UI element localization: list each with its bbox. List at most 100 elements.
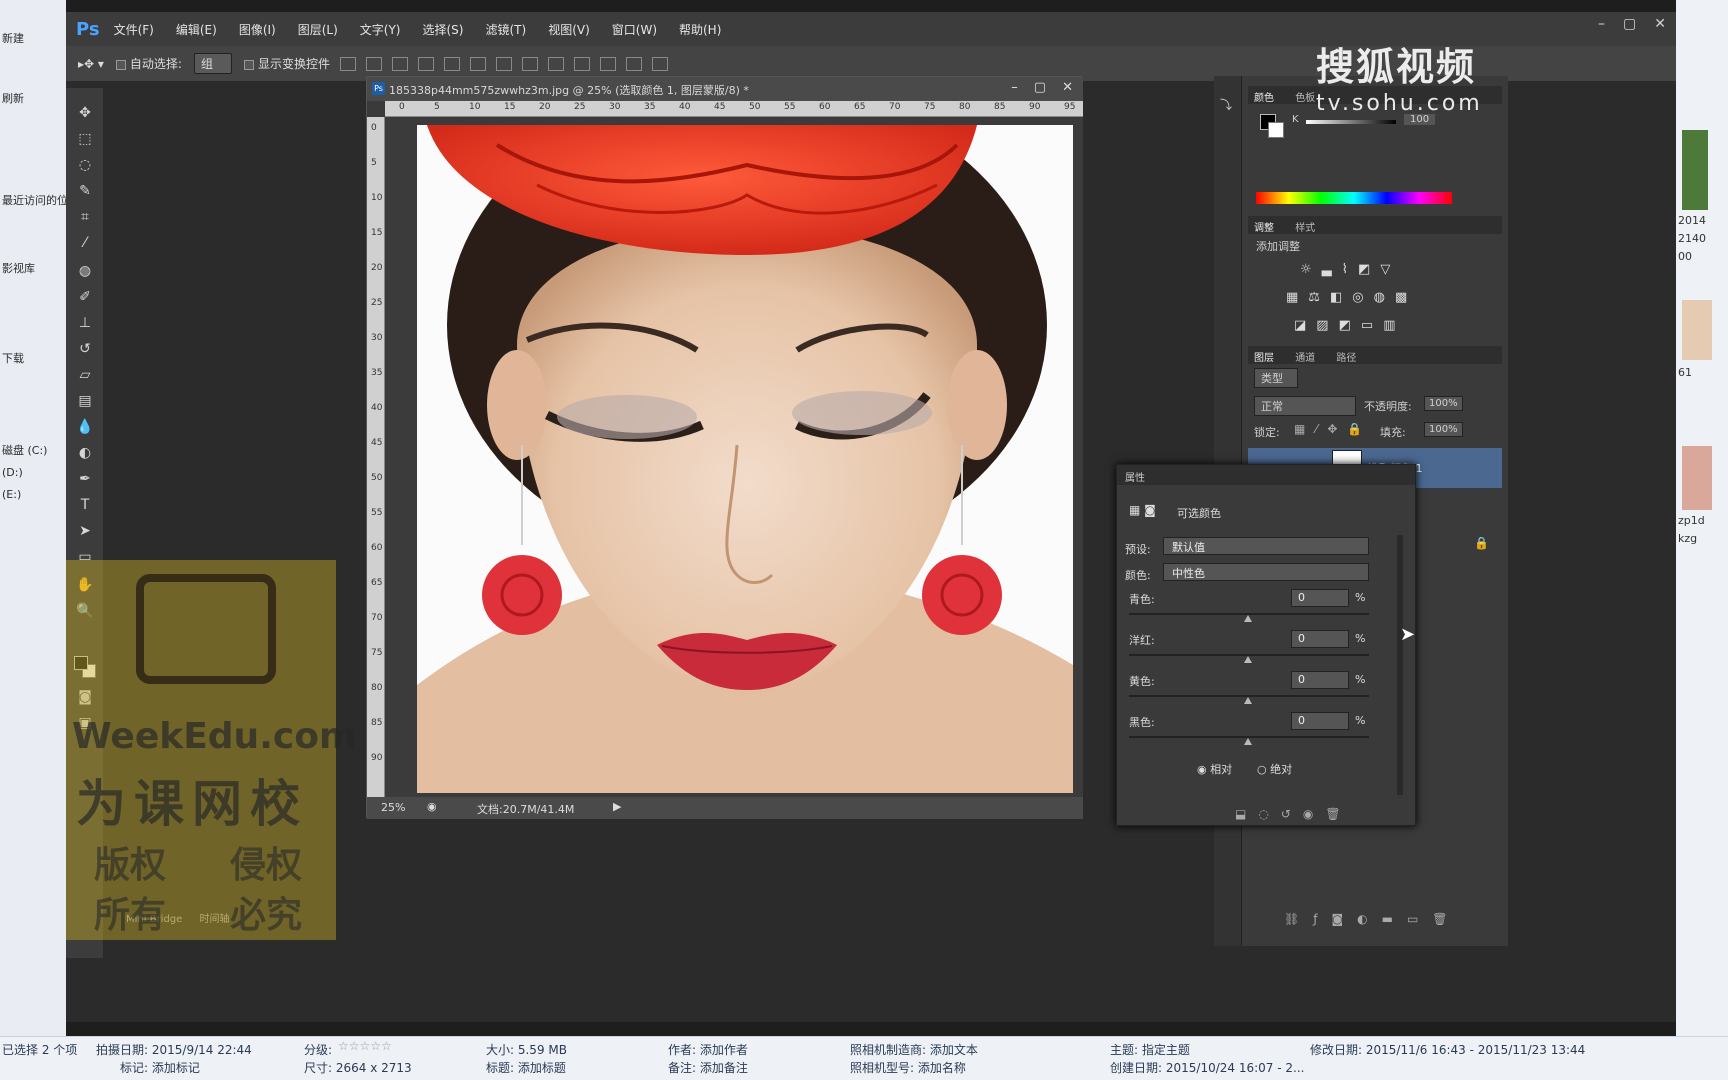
explorer-new-folder[interactable]: 新建 bbox=[2, 30, 24, 46]
distribute-bottom-icon[interactable] bbox=[548, 56, 564, 71]
nav-drive-c[interactable]: 磁盘 (C:) bbox=[2, 442, 47, 458]
explorer-refresh[interactable]: 刷新 bbox=[2, 90, 24, 106]
new-adjustment-icon[interactable]: ◐ bbox=[1357, 912, 1381, 926]
blend-mode-dropdown[interactable]: 正常 bbox=[1254, 396, 1356, 416]
method-relative-radio[interactable]: ◉ 相对 bbox=[1197, 761, 1232, 777]
method-absolute-radio[interactable]: ○ 绝对 bbox=[1257, 761, 1292, 777]
tab-adjustments[interactable]: 调整 bbox=[1254, 223, 1274, 234]
photo-filter-icon[interactable]: ◎ bbox=[1352, 290, 1373, 305]
show-transform-checkbox[interactable]: 显示变换控件 bbox=[243, 55, 330, 72]
delete-icon[interactable]: 🗑 bbox=[1325, 807, 1352, 821]
preset-dropdown[interactable]: 默认值 bbox=[1163, 537, 1369, 555]
link-layers-icon[interactable]: ⛓ bbox=[1284, 912, 1313, 926]
align-top-icon[interactable] bbox=[340, 56, 356, 71]
history-panel-icon[interactable]: ⤵ bbox=[1220, 96, 1232, 113]
comment-field[interactable]: 备注: 添加备注 bbox=[668, 1059, 748, 1076]
quick-select-tool-icon[interactable]: ✎ bbox=[72, 180, 98, 202]
menu-file[interactable]: 文件(F) bbox=[114, 21, 154, 38]
menu-view[interactable]: 视图(V) bbox=[548, 21, 590, 38]
clip-to-layer-icon[interactable]: ⬓ bbox=[1235, 807, 1258, 821]
lock-icons[interactable]: ▦⁄✥🔒 bbox=[1294, 422, 1372, 436]
thumbnail-portrait[interactable] bbox=[1682, 300, 1712, 360]
blur-tool-icon[interactable]: 💧 bbox=[72, 416, 98, 438]
brush-tool-icon[interactable]: ✐ bbox=[72, 286, 98, 308]
auto-align-icon[interactable] bbox=[652, 56, 668, 71]
lasso-tool-icon[interactable]: ◌ bbox=[72, 154, 98, 176]
new-group-icon[interactable]: ▬ bbox=[1382, 912, 1407, 926]
properties-scrollbar[interactable] bbox=[1397, 535, 1403, 795]
hue-sat-icon[interactable]: ▦ bbox=[1286, 290, 1308, 305]
nav-drive-e[interactable]: (E:) bbox=[2, 488, 21, 501]
selective-color-icon[interactable]: ▥ bbox=[1383, 318, 1405, 333]
color-bg-swatch[interactable] bbox=[1268, 122, 1284, 138]
camera-model-field[interactable]: 照相机型号: 添加名称 bbox=[850, 1059, 966, 1076]
subject-field[interactable]: 主题: 指定主题 bbox=[1110, 1041, 1190, 1058]
thumbnail-landscape[interactable] bbox=[1682, 130, 1708, 210]
move-tool-icon[interactable]: ✥ bbox=[72, 102, 98, 124]
title-field[interactable]: 标题: 添加标题 bbox=[486, 1059, 566, 1076]
color-spectrum-ramp[interactable] bbox=[1256, 192, 1452, 204]
brightness-icon[interactable]: ☼ bbox=[1300, 262, 1322, 277]
menu-select[interactable]: 选择(S) bbox=[423, 21, 464, 38]
yellow-slider-thumb[interactable] bbox=[1244, 697, 1252, 704]
menu-edit[interactable]: 编辑(E) bbox=[176, 21, 217, 38]
invert-icon[interactable]: ◪ bbox=[1294, 318, 1316, 333]
adjust-icons-row1[interactable]: ☼▃⌇◩▽ bbox=[1300, 262, 1400, 277]
move-tool-icon[interactable]: ▸✥ ▾ bbox=[78, 57, 104, 71]
marquee-tool-icon[interactable]: ⬚ bbox=[72, 128, 98, 150]
colors-dropdown[interactable]: 中性色 bbox=[1163, 563, 1369, 581]
healing-brush-tool-icon[interactable]: ◍ bbox=[72, 260, 98, 282]
minimize-icon[interactable]: – bbox=[1598, 16, 1605, 32]
magenta-value[interactable]: 0 bbox=[1291, 630, 1349, 648]
auto-select-checkbox[interactable]: 自动选择: bbox=[115, 55, 182, 72]
properties-tab[interactable]: 属性 bbox=[1117, 465, 1415, 485]
ruler-horizontal[interactable]: 0 5 10 15 20 25 30 35 40 45 50 55 60 65 70 75 80 85 90 95 bbox=[385, 101, 1083, 117]
threshold-icon[interactable]: ◩ bbox=[1339, 318, 1361, 333]
adjust-icons-row3[interactable]: ◪▨◩▭▥ bbox=[1294, 318, 1405, 333]
tab-swatches[interactable]: 色板 bbox=[1295, 93, 1315, 104]
camera-maker-field[interactable]: 照相机制造商: 添加文本 bbox=[850, 1041, 978, 1058]
delete-layer-icon[interactable]: 🗑 bbox=[1432, 912, 1461, 926]
nav-downloads[interactable]: 下载 bbox=[2, 350, 24, 366]
layer-filter-dropdown[interactable]: 类型 bbox=[1254, 368, 1298, 388]
menu-help[interactable]: 帮助(H) bbox=[679, 21, 721, 38]
align-left-icon[interactable] bbox=[418, 56, 434, 71]
bw-icon[interactable]: ◧ bbox=[1330, 290, 1352, 305]
opacity-field[interactable]: 100% bbox=[1424, 396, 1463, 411]
menu-filter[interactable]: 滤镜(T) bbox=[485, 21, 526, 38]
color-lookup-icon[interactable]: ▩ bbox=[1395, 290, 1417, 305]
zoom-level[interactable]: 25% bbox=[381, 801, 405, 814]
auto-select-dropdown[interactable]: 组 bbox=[193, 53, 232, 74]
ruler-vertical[interactable]: 0 5 10 15 20 25 30 35 40 45 50 55 60 65 70 75 80 85 90 bbox=[367, 117, 385, 797]
align-right-icon[interactable] bbox=[470, 56, 486, 71]
path-select-tool-icon[interactable]: ➤ bbox=[72, 520, 98, 542]
rating-stars-icon[interactable]: ☆☆☆☆☆ bbox=[338, 1039, 392, 1053]
clone-stamp-tool-icon[interactable]: ⊥ bbox=[72, 312, 98, 334]
crop-tool-icon[interactable]: ⌗ bbox=[72, 206, 98, 228]
eraser-tool-icon[interactable]: ▱ bbox=[72, 364, 98, 386]
view-previous-icon[interactable]: ◌ bbox=[1258, 807, 1280, 821]
status-menu-arrow-icon[interactable]: ▶ bbox=[613, 800, 621, 813]
menu-image[interactable]: 图像(I) bbox=[239, 21, 276, 38]
gradient-map-icon[interactable]: ▭ bbox=[1361, 318, 1383, 333]
minimize-icon[interactable]: – bbox=[1011, 80, 1018, 95]
color-balance-icon[interactable]: ⚖ bbox=[1308, 290, 1330, 305]
distribute-vcenter-icon[interactable] bbox=[522, 56, 538, 71]
posterize-icon[interactable]: ▨ bbox=[1316, 318, 1338, 333]
dodge-tool-icon[interactable]: ◐ bbox=[72, 442, 98, 464]
menu-type[interactable]: 文字(Y) bbox=[360, 21, 401, 38]
new-layer-icon[interactable]: ▭ bbox=[1407, 912, 1432, 926]
thumbnail-portrait[interactable] bbox=[1682, 446, 1712, 510]
distribute-right-icon[interactable] bbox=[626, 56, 642, 71]
distribute-top-icon[interactable] bbox=[496, 56, 512, 71]
fill-field[interactable]: 100% bbox=[1424, 422, 1463, 437]
black-slider-thumb[interactable] bbox=[1244, 738, 1252, 745]
levels-icon[interactable]: ▃ bbox=[1322, 262, 1342, 277]
distribute-left-icon[interactable] bbox=[574, 56, 590, 71]
adjust-icons-row2[interactable]: ▦⚖◧◎◍▩ bbox=[1286, 290, 1417, 305]
maximize-icon[interactable]: ▢ bbox=[1034, 80, 1046, 95]
nav-drive-d[interactable]: (D:) bbox=[2, 466, 23, 479]
menu-layer[interactable]: 图层(L) bbox=[298, 21, 338, 38]
gradient-tool-icon[interactable]: ▤ bbox=[72, 390, 98, 412]
maximize-icon[interactable]: ▢ bbox=[1623, 16, 1636, 32]
